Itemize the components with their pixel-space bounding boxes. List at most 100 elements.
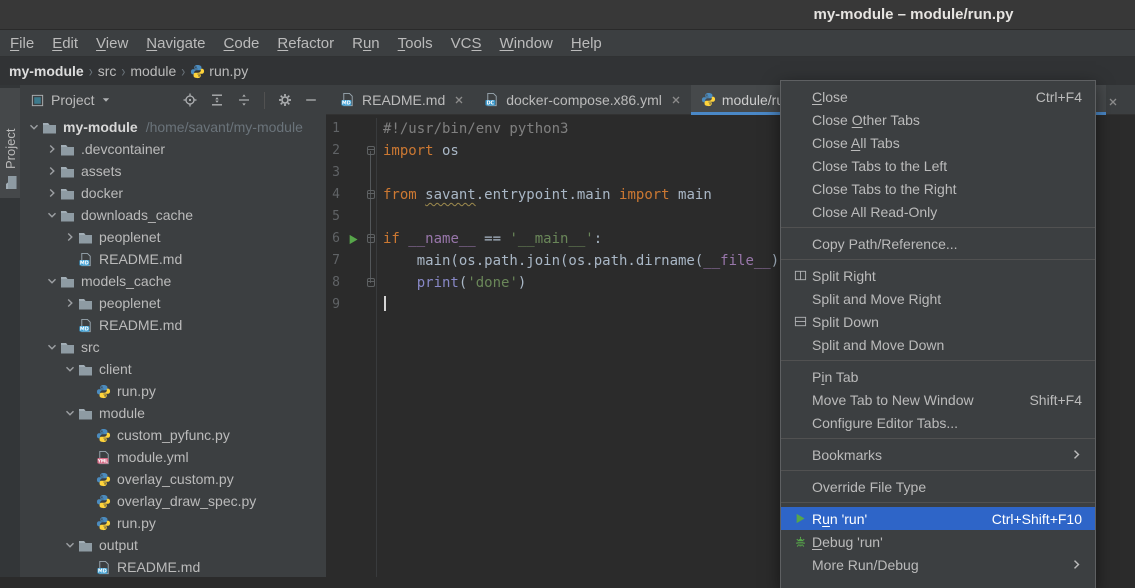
tree-row-peoplenet[interactable]: peoplenet xyxy=(20,226,326,248)
menubar-item-run[interactable]: Run xyxy=(343,35,389,52)
md-file-icon: MD xyxy=(78,318,95,333)
tree-row-module-yml[interactable]: YMLmodule.yml xyxy=(20,446,326,468)
menu-item-split-and-move-right[interactable]: Split and Move Right xyxy=(781,287,1095,310)
tree-row-src[interactable]: src xyxy=(20,336,326,358)
fold-marker-icon[interactable] xyxy=(367,278,375,287)
expand-chevron-right-icon[interactable] xyxy=(43,144,60,154)
expand-chevron-right-icon[interactable] xyxy=(61,298,78,308)
expand-chevron-down-icon[interactable] xyxy=(43,342,60,352)
caret-down-icon[interactable] xyxy=(101,95,111,105)
python-file-icon xyxy=(96,428,113,443)
tab-close-icon[interactable] xyxy=(671,92,681,108)
expand-chevron-down-icon[interactable] xyxy=(61,408,78,418)
menubar-item-refactor[interactable]: Refactor xyxy=(268,35,343,52)
run-gutter-icon[interactable] xyxy=(348,233,359,249)
editor-tab-readme-md[interactable]: MDREADME.md xyxy=(330,85,474,114)
menu-item-label: More Run/Debug xyxy=(812,557,919,573)
menu-item-pin-tab[interactable]: Pin Tab xyxy=(781,365,1095,388)
tree-row-my-module[interactable]: my-module/home/savant/my-module xyxy=(20,116,326,138)
menu-item-run-run[interactable]: Run 'run'Ctrl+Shift+F10 xyxy=(781,507,1095,530)
menubar-item-edit[interactable]: Edit xyxy=(43,35,87,52)
md-file-icon: MD xyxy=(96,560,113,575)
expand-chevron-right-icon[interactable] xyxy=(43,188,60,198)
svg-text:DC: DC xyxy=(487,100,495,106)
menu-item-more-run-debug[interactable]: More Run/Debug xyxy=(781,553,1095,576)
breadcrumb-item-src[interactable]: src xyxy=(98,63,117,79)
tree-row-overlay-custom-py[interactable]: overlay_custom.py xyxy=(20,468,326,490)
tree-row-models-cache[interactable]: models_cache xyxy=(20,270,326,292)
menu-item-copy-path-reference[interactable]: Copy Path/Reference... xyxy=(781,232,1095,255)
expand-chevron-right-icon[interactable] xyxy=(43,166,60,176)
editor-tab-docker-compose-x86-yml[interactable]: DCdocker-compose.x86.yml xyxy=(474,85,691,114)
expand-all-icon[interactable] xyxy=(209,92,225,108)
collapse-all-icon[interactable] xyxy=(236,92,252,108)
menu-item-debug-run[interactable]: Debug 'run' xyxy=(781,530,1095,553)
menubar-item-code[interactable]: Code xyxy=(215,35,269,52)
fold-marker-icon[interactable] xyxy=(367,146,375,155)
menubar-item-help[interactable]: Help xyxy=(562,35,611,52)
tree-row-readme-md[interactable]: MDREADME.md xyxy=(20,248,326,270)
project-panel-title: Project xyxy=(51,92,95,108)
tree-row-docker[interactable]: docker xyxy=(20,182,326,204)
tree-row-client[interactable]: client xyxy=(20,358,326,380)
tree-item-label: peoplenet xyxy=(99,295,161,311)
menu-item-close-other-tabs[interactable]: Close Other Tabs xyxy=(781,108,1095,131)
expand-chevron-down-icon[interactable] xyxy=(25,122,42,132)
menu-item-move-tab-to-new-window[interactable]: Move Tab to New WindowShift+F4 xyxy=(781,388,1095,411)
expand-chevron-down-icon[interactable] xyxy=(43,210,60,220)
menu-item-split-down[interactable]: Split Down xyxy=(781,310,1095,333)
tree-row-run-py[interactable]: run.py xyxy=(20,380,326,402)
menu-item-bookmarks[interactable]: Bookmarks xyxy=(781,443,1095,466)
expand-chevron-down-icon[interactable] xyxy=(43,276,60,286)
menu-item-close-tabs-to-the-right[interactable]: Close Tabs to the Right xyxy=(781,177,1095,200)
expand-chevron-down-icon[interactable] xyxy=(61,364,78,374)
tree-row-run-py[interactable]: run.py xyxy=(20,512,326,534)
menu-item-configure-editor-tabs[interactable]: Configure Editor Tabs... xyxy=(781,411,1095,434)
menu-item-override-file-type[interactable]: Override File Type xyxy=(781,475,1095,498)
tree-row-readme-md[interactable]: MDREADME.md xyxy=(20,314,326,336)
code-token: import xyxy=(383,143,434,159)
tree-row-peoplenet[interactable]: peoplenet xyxy=(20,292,326,314)
code-token: print xyxy=(417,275,459,291)
menu-separator xyxy=(781,259,1095,260)
menu-item-close-all-tabs[interactable]: Close All Tabs xyxy=(781,131,1095,154)
menu-item-split-and-move-down[interactable]: Split and Move Down xyxy=(781,333,1095,356)
folder-icon xyxy=(60,341,77,354)
breadcrumb-item-my-module[interactable]: my-module xyxy=(9,63,84,79)
code-token: __name__ xyxy=(408,231,475,247)
code-token: == xyxy=(476,231,510,247)
tree-row-output[interactable]: output xyxy=(20,534,326,556)
fold-marker-icon[interactable] xyxy=(367,190,375,199)
menubar-item-window[interactable]: Window xyxy=(491,35,562,52)
menu-item-close[interactable]: CloseCtrl+F4 xyxy=(781,85,1095,108)
menubar-item-tools[interactable]: Tools xyxy=(389,35,442,52)
settings-icon[interactable] xyxy=(277,92,293,108)
tool-stripe-project-button[interactable]: Project xyxy=(0,88,20,198)
tab-close-icon[interactable] xyxy=(1108,94,1118,112)
breadcrumb-item-run-py[interactable]: run.py xyxy=(190,63,248,79)
menubar-item-view[interactable]: View xyxy=(87,35,137,52)
hide-icon[interactable] xyxy=(304,93,318,107)
menu-item-close-tabs-to-the-left[interactable]: Close Tabs to the Left xyxy=(781,154,1095,177)
fold-marker-icon[interactable] xyxy=(367,234,375,243)
locate-icon[interactable] xyxy=(182,92,198,108)
menubar-item-vcs[interactable]: VCS xyxy=(442,35,491,52)
menubar-item-file[interactable]: File xyxy=(1,35,43,52)
expand-chevron-down-icon[interactable] xyxy=(61,540,78,550)
yml-file-icon: YML xyxy=(96,450,113,465)
expand-chevron-right-icon[interactable] xyxy=(61,232,78,242)
tab-close-icon[interactable] xyxy=(454,92,464,108)
tree-row-module[interactable]: module xyxy=(20,402,326,424)
tree-row-readme-md[interactable]: MDREADME.md xyxy=(20,556,326,577)
tree-row-overlay-draw-spec-py[interactable]: overlay_draw_spec.py xyxy=(20,490,326,512)
gutter-row: 4 xyxy=(326,184,376,206)
breadcrumb-item-module[interactable]: module xyxy=(130,63,176,79)
tree-row-assets[interactable]: assets xyxy=(20,160,326,182)
menu-item-split-right[interactable]: Split Right xyxy=(781,264,1095,287)
tree-row-custom-pyfunc-py[interactable]: custom_pyfunc.py xyxy=(20,424,326,446)
tree-row-devcontainer[interactable]: .devcontainer xyxy=(20,138,326,160)
menu-shortcut: Shift+F4 xyxy=(1029,392,1082,408)
menu-item-close-all-read-only[interactable]: Close All Read-Only xyxy=(781,200,1095,223)
tree-row-downloads-cache[interactable]: downloads_cache xyxy=(20,204,326,226)
menubar-item-navigate[interactable]: Navigate xyxy=(137,35,214,52)
